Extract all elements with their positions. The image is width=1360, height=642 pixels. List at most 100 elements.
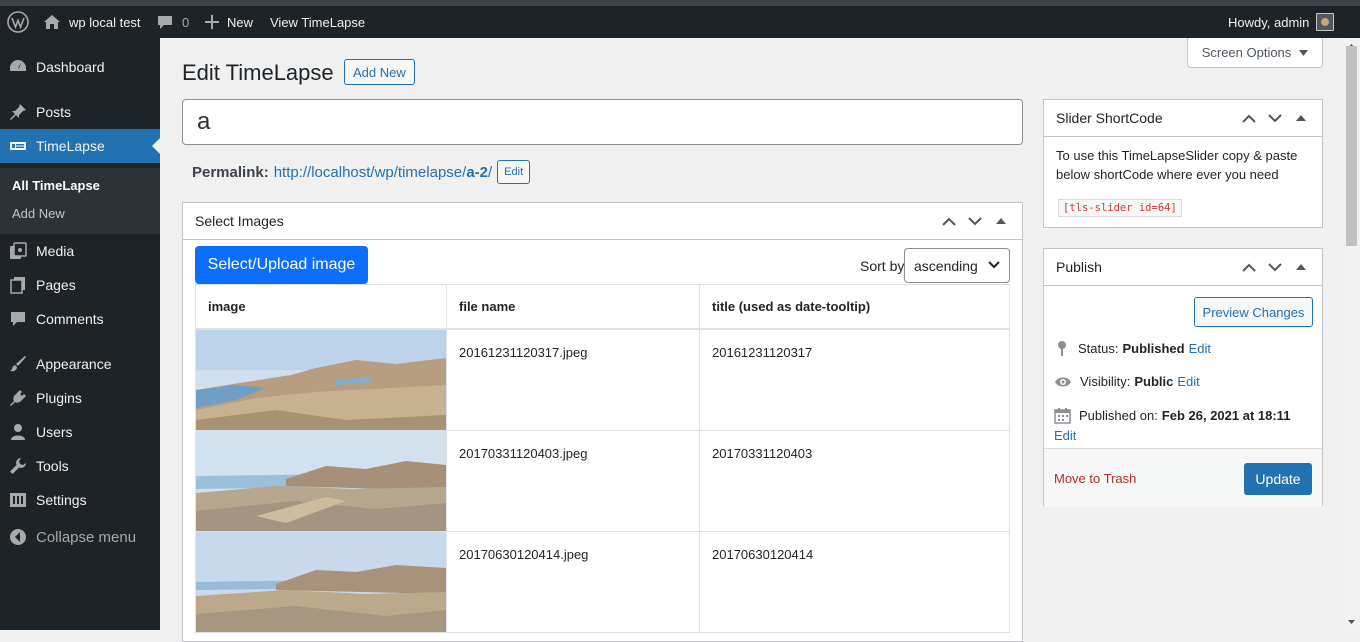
move-up-icon[interactable] (940, 212, 958, 230)
title-cell: 20170630120414 (699, 530, 1010, 633)
column-header-title: title (used as date-tooltip) (699, 284, 1010, 330)
toggle-panel-icon[interactable] (992, 212, 1010, 230)
toggle-panel-icon[interactable] (1292, 258, 1310, 276)
comment-bubble-icon (157, 15, 173, 30)
menu-timelapse[interactable]: TimeLapse (0, 129, 160, 163)
table-row: 20170630120414.jpeg 20170630120414 (195, 530, 1010, 633)
menu-pages[interactable]: Pages (0, 268, 160, 302)
menu-label: Comments (36, 311, 104, 327)
sort-selected-value: ascending (914, 257, 978, 274)
title-cell: 20170331120403 (699, 429, 1010, 532)
published-value: Feb 26, 2021 at 18:11 (1161, 408, 1291, 423)
image-title: 20170630120414 (712, 546, 814, 562)
menu-label: Tools (36, 458, 69, 474)
brush-icon (8, 354, 28, 374)
menu-media[interactable]: Media (0, 234, 160, 268)
table-row: 20161231120317.jpeg 20161231120317 (195, 328, 1010, 431)
published-edit-row: Edit (1054, 428, 1076, 443)
landscape-thumbnail[interactable] (196, 329, 446, 430)
menu-collapse[interactable]: Collapse menu (0, 520, 160, 554)
file-name: 20170630120414.jpeg (459, 546, 589, 562)
shortcode-code[interactable]: [tls-slider id=64] (1058, 199, 1182, 217)
my-account-link[interactable]: Howdy, admin (1228, 6, 1335, 38)
comments-link[interactable]: 0 (157, 6, 189, 38)
published-edit-link[interactable]: Edit (1054, 428, 1076, 443)
publish-box: Publish Preview Changes Status: Publishe… (1043, 248, 1323, 507)
toggle-panel-icon[interactable] (1292, 109, 1310, 127)
preview-changes-button[interactable]: Preview Changes (1194, 297, 1313, 327)
column-header-image: image (195, 284, 447, 330)
submenu-add-new[interactable]: Add New (12, 206, 65, 221)
timelapse-submenu: All TimeLapse Add New (0, 168, 160, 234)
slides-icon (8, 136, 28, 156)
scrollbar-thumb[interactable] (1346, 46, 1357, 246)
menu-plugins[interactable]: Plugins (0, 381, 160, 415)
move-down-icon[interactable] (1266, 258, 1284, 276)
menu-tools[interactable]: Tools (0, 449, 160, 483)
new-content-link[interactable]: New (205, 6, 253, 38)
menu-label: Appearance (36, 356, 112, 372)
table-row: 20170331120403.jpeg 20170331120403 (195, 429, 1010, 532)
site-name-link[interactable]: wp local test (43, 6, 141, 38)
move-down-icon[interactable] (1266, 109, 1284, 127)
wrench-icon (8, 456, 28, 476)
images-table: image file name title (used as date-tool… (195, 284, 1010, 633)
move-up-icon[interactable] (1240, 109, 1258, 127)
avatar (1316, 13, 1335, 31)
permalink-base: http://localhost/wp/timelapse/ (273, 163, 467, 181)
page-title: Edit TimeLapse (182, 60, 334, 85)
file-name-cell: 20170630120414.jpeg (446, 530, 700, 633)
image-cell (195, 530, 447, 633)
admin-bar-top-strip (0, 0, 1360, 6)
menu-label: Plugins (36, 390, 82, 406)
admin-bar: wp local test 0 New View TimeLapse Howdy… (0, 0, 1360, 38)
submenu-all-timelapse[interactable]: All TimeLapse (12, 178, 100, 193)
menu-appearance[interactable]: Appearance (0, 347, 160, 381)
image-cell (195, 328, 447, 431)
screen-options-button[interactable]: Screen Options (1187, 38, 1323, 68)
status-label: Status: (1078, 340, 1119, 356)
menu-label: Users (36, 424, 73, 440)
landscape-thumbnail[interactable] (196, 531, 446, 632)
menu-dashboard[interactable]: Dashboard (0, 50, 160, 84)
visibility-value: Public (1134, 374, 1174, 389)
menu-posts[interactable]: Posts (0, 95, 160, 129)
add-new-button[interactable]: Add New (344, 59, 415, 85)
landscape-thumbnail[interactable] (196, 430, 446, 531)
comment-icon (8, 309, 28, 329)
menu-settings[interactable]: Settings (0, 483, 160, 517)
new-label: New (227, 14, 254, 30)
calendar-icon (1054, 408, 1071, 424)
status-row: Status: Published Edit (1054, 340, 1211, 356)
select-upload-image-button[interactable]: Select/Upload image (195, 246, 368, 284)
plus-icon (205, 15, 219, 29)
title-cell: 20161231120317 (699, 328, 1010, 431)
site-name: wp local test (69, 14, 141, 30)
media-icon (8, 241, 28, 261)
permalink-slug: a-2 (466, 163, 488, 181)
shortcode-description: To use this TimeLapseSlider copy & paste… (1056, 148, 1298, 182)
status-edit-link[interactable]: Edit (1189, 341, 1211, 356)
publish-major-actions: Move to Trash Update (1044, 448, 1322, 507)
menu-users[interactable]: Users (0, 415, 160, 449)
publish-title: Publish (1056, 259, 1102, 275)
wordpress-logo-icon[interactable] (7, 6, 29, 38)
visibility-edit-link[interactable]: Edit (1177, 374, 1199, 389)
select-images-box: Select Images Select/Upload image Sort b… (182, 202, 1023, 642)
sort-select[interactable]: ascending (904, 248, 1010, 283)
move-to-trash-link[interactable]: Move to Trash (1054, 471, 1136, 486)
pin-icon (8, 102, 28, 122)
scroll-down-arrow-icon[interactable] (1343, 616, 1360, 628)
view-timelapse-link[interactable]: View TimeLapse (270, 6, 365, 38)
howdy-text: Howdy, admin (1228, 14, 1310, 30)
update-button[interactable]: Update (1244, 463, 1312, 495)
chevron-down-icon (988, 261, 1000, 269)
permalink-edit-button[interactable]: Edit (497, 160, 531, 184)
move-up-icon[interactable] (1240, 258, 1258, 276)
menu-label: Media (36, 243, 75, 259)
menu-comments[interactable]: Comments (0, 302, 160, 336)
post-title-input[interactable] (182, 99, 1023, 145)
permalink-link[interactable]: http://localhost/wp/timelapse/a-2/ (274, 164, 492, 181)
permalink-label: Permalink: (192, 163, 269, 181)
move-down-icon[interactable] (966, 212, 984, 230)
